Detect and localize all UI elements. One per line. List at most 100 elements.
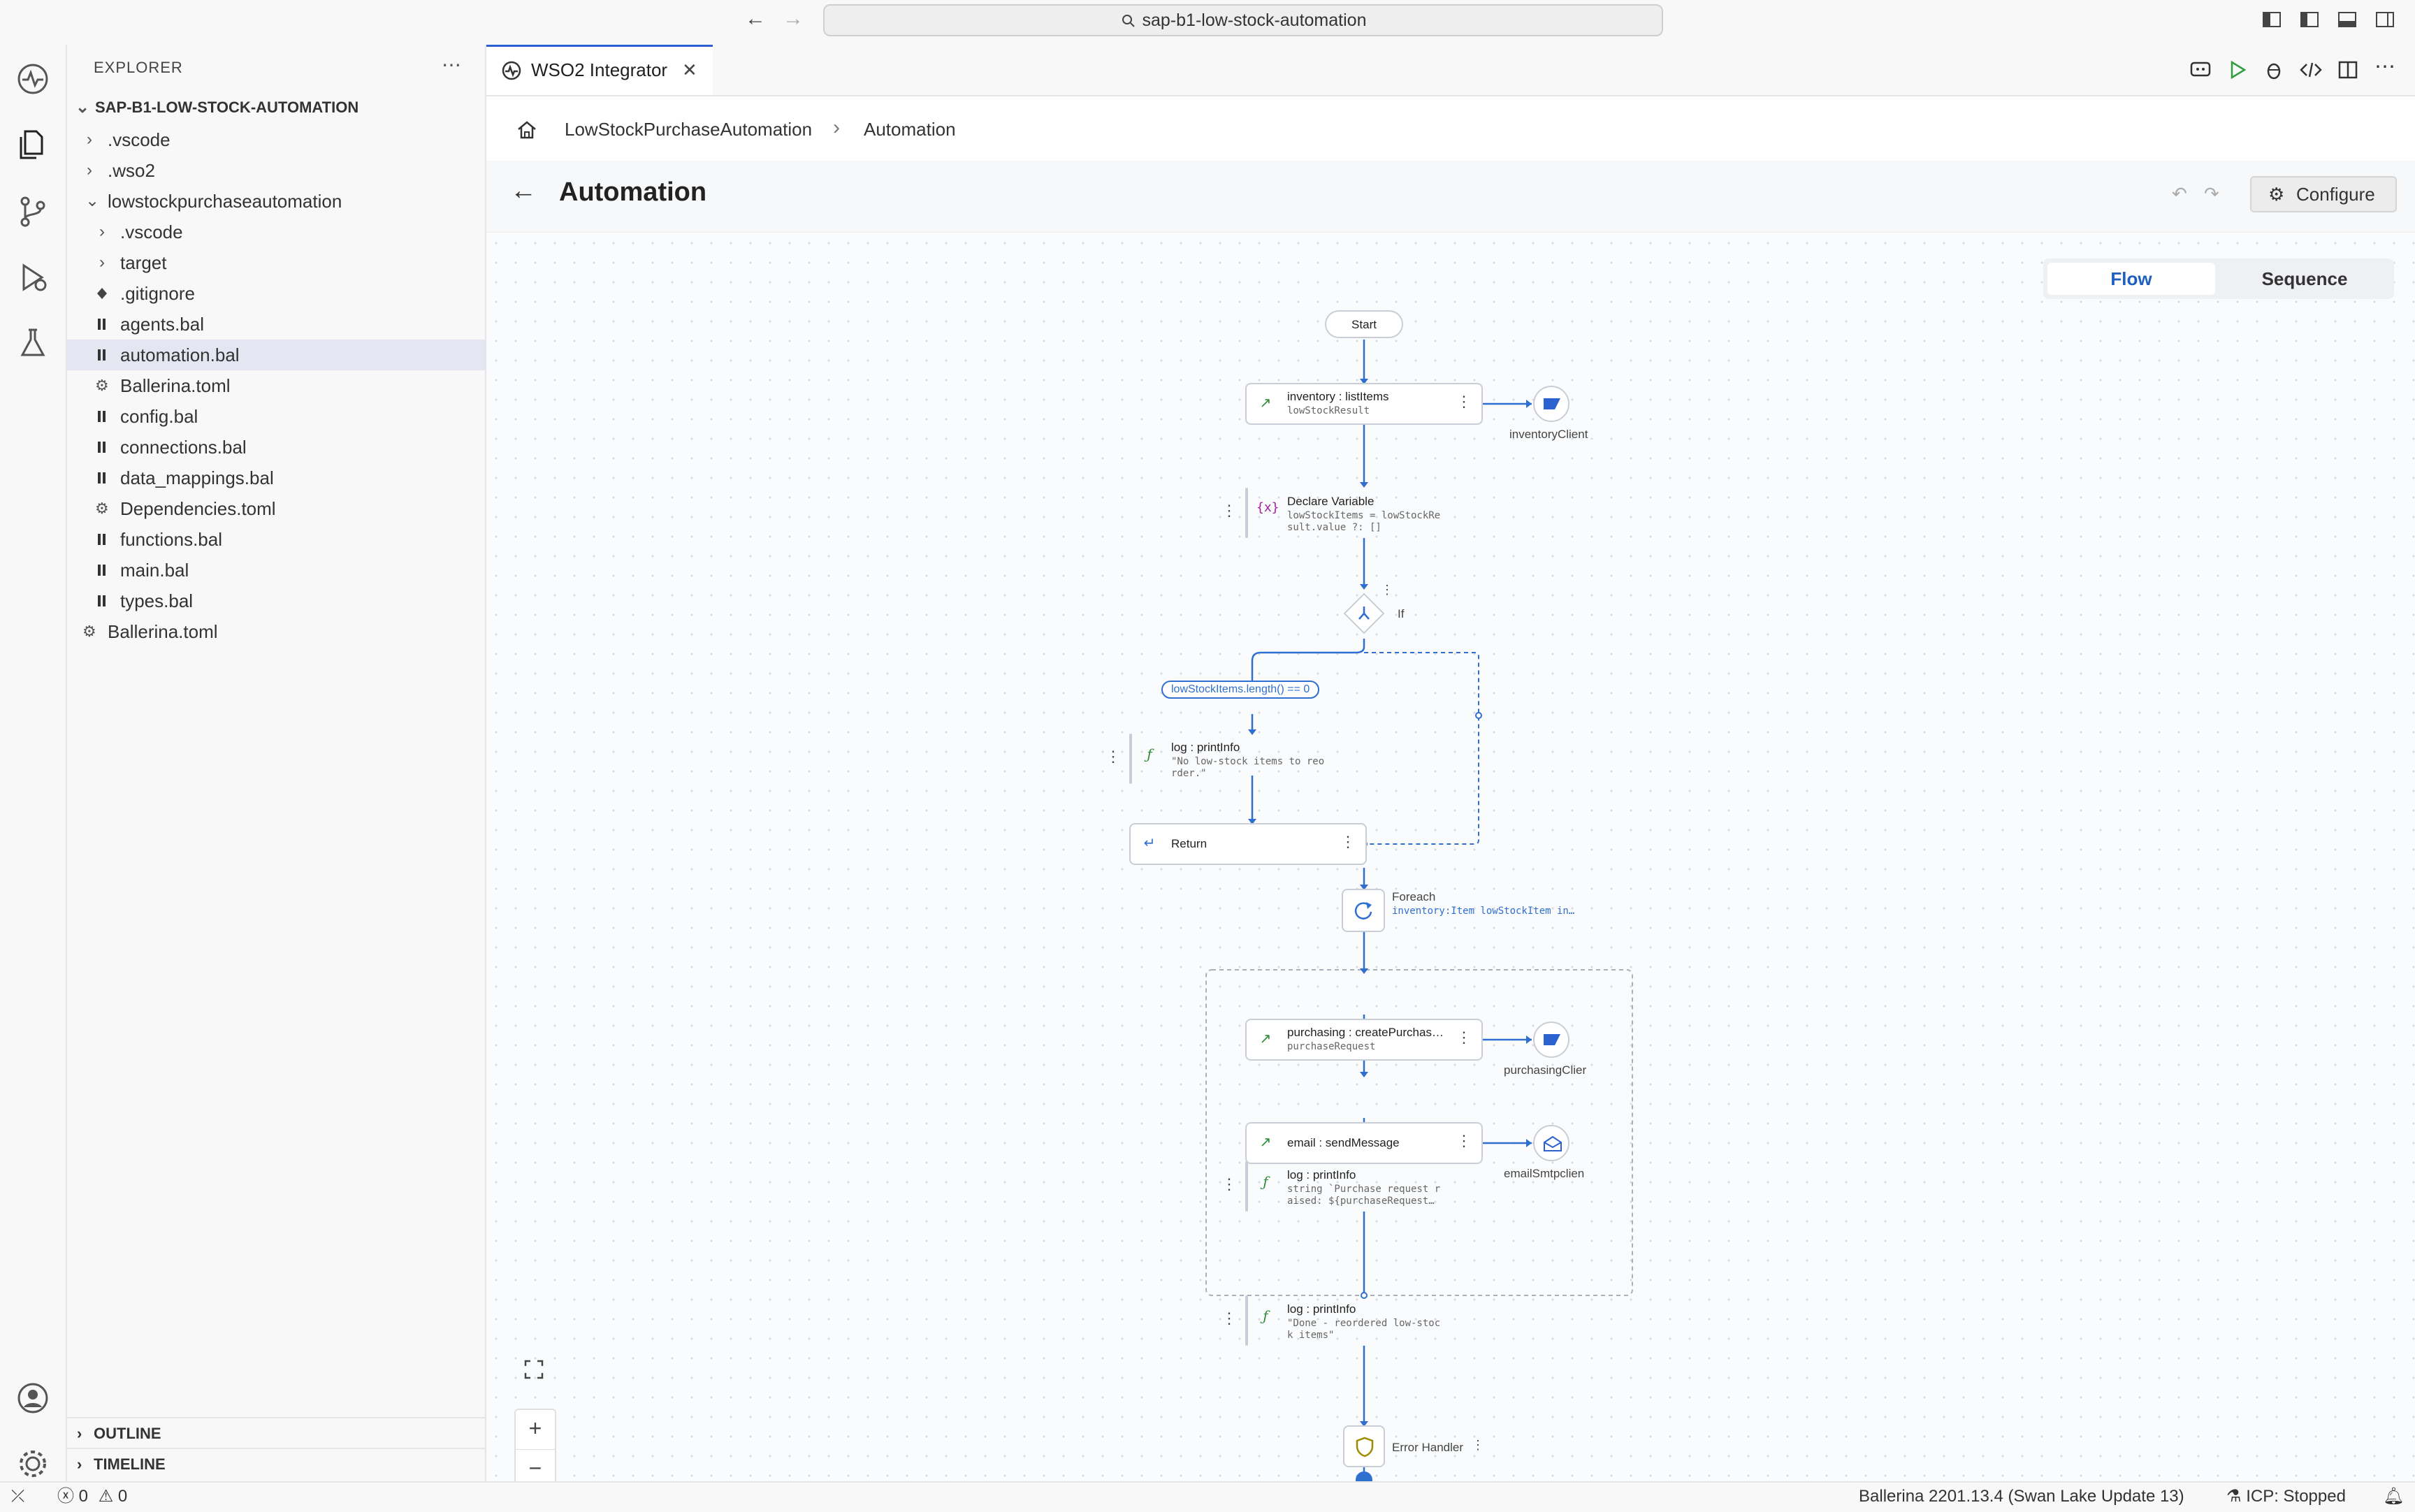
zoom-in-button[interactable]: +: [514, 1409, 556, 1449]
undo-icon[interactable]: ↶: [2172, 183, 2187, 205]
inventory-client-connection[interactable]: [1533, 386, 1569, 422]
tree-item-config-bal[interactable]: config.bal: [67, 401, 485, 432]
remote-indicator-icon[interactable]: ⤫: [11, 1483, 24, 1511]
email-smtp-client-label: emailSmtpclien: [1504, 1167, 1585, 1180]
breadcrumb-service[interactable]: LowStockPurchaseAutomation: [565, 119, 812, 140]
error-handler-menu-icon[interactable]: ⋮: [1472, 1438, 1484, 1453]
condition-label[interactable]: lowStockItems.length() == 0: [1161, 681, 1320, 699]
more-actions-icon[interactable]: ⋯: [2374, 54, 2395, 79]
inventory-listitems-node[interactable]: ↗ inventory : listItems lowStockResult ⋮: [1245, 383, 1483, 425]
testing-flask-icon[interactable]: [14, 324, 52, 362]
purchasing-client-label: purchasingClier: [1504, 1063, 1587, 1077]
tree-item-lowstockpurchaseautomation[interactable]: ⌄ lowstockpurchaseautomation: [67, 186, 485, 217]
tab-wso2-integrator[interactable]: WSO2 Integrator ✕: [486, 45, 713, 95]
project-root[interactable]: ⌄ SAP-B1-LOW-STOCK-AUTOMATION: [67, 92, 485, 123]
node-menu-icon[interactable]: ⋮: [1456, 393, 1472, 411]
start-node[interactable]: Start: [1325, 310, 1403, 338]
email-smtp-client-connection[interactable]: [1533, 1125, 1569, 1161]
configure-button[interactable]: ⚙ Configure: [2250, 176, 2397, 212]
activity-bar: [0, 45, 67, 1481]
if-menu-icon[interactable]: ⋮: [1381, 583, 1393, 597]
tree-item-vscode[interactable]: › .vscode: [67, 124, 485, 155]
back-arrow-icon[interactable]: ←: [745, 7, 766, 31]
tree-item-nested-vscode[interactable]: › .vscode: [67, 217, 485, 247]
toggle-panel-icon[interactable]: [2337, 10, 2358, 29]
tree-item-gitignore[interactable]: .gitignore: [67, 278, 485, 309]
tree-item-target[interactable]: › target: [67, 247, 485, 278]
tree-item-main-bal[interactable]: main.bal: [67, 555, 485, 586]
chevron-right-icon: ›: [833, 116, 840, 139]
log-printinfo-purchase-node[interactable]: ƒ log : printInfo string `Purchase reque…: [1221, 1161, 1440, 1212]
log-printinfo-done-node[interactable]: ƒ log : printInfo "Done - reordered low-…: [1221, 1295, 1440, 1346]
foreach-node[interactable]: [1342, 889, 1385, 932]
purchasing-create-node[interactable]: ↗ purchasing : createPurchas… purchaseRe…: [1245, 1019, 1483, 1061]
remote-call-arrow-icon: ↗: [1259, 395, 1272, 411]
notifications-bell-icon[interactable]: 🔔︎: [2383, 1483, 2404, 1511]
code-view-icon[interactable]: [2299, 59, 2323, 81]
fit-to-screen-icon[interactable]: [514, 1350, 553, 1389]
toggle-secondary-sidebar-icon[interactable]: [2374, 10, 2395, 29]
wso2-integrator-icon[interactable]: [14, 60, 52, 98]
node-menu-icon[interactable]: ⋮: [1456, 1028, 1472, 1047]
tree-item-root-ballerina-toml[interactable]: ⚙ Ballerina.toml: [67, 616, 485, 647]
declare-variable-node[interactable]: {x} Declare Variable lowStockItems = low…: [1221, 488, 1440, 538]
node-menu-icon[interactable]: ⋮: [1221, 1309, 1237, 1328]
tree-item-data-mappings-bal[interactable]: data_mappings.bal: [67, 463, 485, 493]
node-menu-icon[interactable]: ⋮: [1105, 748, 1121, 766]
node-menu-icon[interactable]: ⋮: [1456, 1132, 1472, 1150]
ai-chat-icon[interactable]: [2189, 59, 2212, 81]
redo-icon[interactable]: ↷: [2204, 183, 2219, 205]
home-icon[interactable]: [516, 119, 538, 141]
purchasing-client-connection[interactable]: [1533, 1022, 1569, 1058]
editor-area: WSO2 Integrator ✕ ⋯ LowStockPurchaseAuto…: [486, 45, 2415, 1490]
explorer-files-icon[interactable]: [14, 126, 52, 163]
forward-arrow-icon[interactable]: →: [783, 7, 804, 31]
accounts-icon[interactable]: [14, 1379, 52, 1417]
title-bar: ← → sap-b1-low-stock-automation: [0, 0, 2415, 46]
tree-item-automation-bal[interactable]: automation.bal: [67, 340, 485, 370]
debug-icon[interactable]: [2263, 59, 2285, 81]
flow-canvas[interactable]: Flow Sequence Start ↗ inventory: listIt…: [486, 233, 2415, 1490]
remote-call-arrow-icon: ↗: [1259, 1135, 1272, 1150]
manage-gear-icon[interactable]: [14, 1445, 52, 1483]
function-icon: ƒ: [1263, 1173, 1268, 1190]
tree-item-agents-bal[interactable]: agents.bal: [67, 309, 485, 340]
tree-item-functions-bal[interactable]: functions.bal: [67, 524, 485, 555]
node-menu-icon[interactable]: ⋮: [1221, 502, 1237, 520]
tree-item-types-bal[interactable]: types.bal: [67, 586, 485, 616]
timeline-section[interactable]: › TIMELINE: [67, 1448, 485, 1480]
close-tab-icon[interactable]: ✕: [682, 47, 697, 93]
run-icon[interactable]: [2226, 59, 2249, 81]
error-handler-node[interactable]: [1343, 1425, 1385, 1467]
node-menu-icon[interactable]: ⋮: [1221, 1175, 1237, 1193]
run-debug-icon[interactable]: [14, 259, 52, 296]
log-printinfo-node[interactable]: ƒ log : printInfo "No low-stock items to…: [1105, 734, 1324, 784]
tree-item-wso2[interactable]: › .wso2: [67, 155, 485, 186]
if-node[interactable]: [1342, 591, 1386, 636]
split-editor-icon[interactable]: [2337, 59, 2359, 81]
node-menu-icon[interactable]: ⋮: [1340, 833, 1356, 851]
command-center-search[interactable]: sap-b1-low-stock-automation: [823, 4, 1663, 36]
email-sendmessage-node[interactable]: ↗ email : sendMessage ⋮: [1245, 1122, 1483, 1164]
tab-bar: WSO2 Integrator ✕ ⋯: [486, 45, 2415, 96]
tree-item-ballerina-toml[interactable]: ⚙ Ballerina.toml: [67, 370, 485, 401]
chevron-down-icon: ⌄: [75, 98, 90, 117]
source-control-icon[interactable]: [14, 193, 52, 231]
tree-item-connections-bal[interactable]: connections.bal: [67, 432, 485, 463]
customize-layout-icon[interactable]: [2261, 10, 2282, 29]
chevron-right-icon: ›: [99, 253, 105, 272]
tree-item-dependencies-toml[interactable]: ⚙ Dependencies.toml: [67, 493, 485, 524]
wso2-integrator-icon: [502, 61, 521, 80]
explorer-title: EXPLORER: [94, 59, 183, 76]
icp-status[interactable]: ⚗ ICP: Stopped: [2226, 1483, 2346, 1511]
page-header: ← Automation ↶ ↷ ⚙ Configure: [486, 161, 2415, 233]
back-arrow-icon[interactable]: ←: [510, 176, 537, 206]
outline-section[interactable]: › OUTLINE: [67, 1417, 485, 1449]
more-actions-icon[interactable]: ⋯: [442, 53, 461, 76]
explorer-sidebar: EXPLORER ⋯ ⌄ SAP-B1-LOW-STOCK-AUTOMATION…: [67, 45, 486, 1481]
problems-indicator[interactable]: ⓧ 0 ⚠ 0: [57, 1483, 127, 1511]
gear-icon: ⚙: [2268, 184, 2285, 205]
toggle-primary-sidebar-icon[interactable]: [2299, 10, 2320, 29]
ballerina-version[interactable]: Ballerina 2201.13.4 (Swan Lake Update 13…: [1859, 1483, 2184, 1511]
return-node[interactable]: ↵ Return ⋮: [1129, 823, 1367, 865]
